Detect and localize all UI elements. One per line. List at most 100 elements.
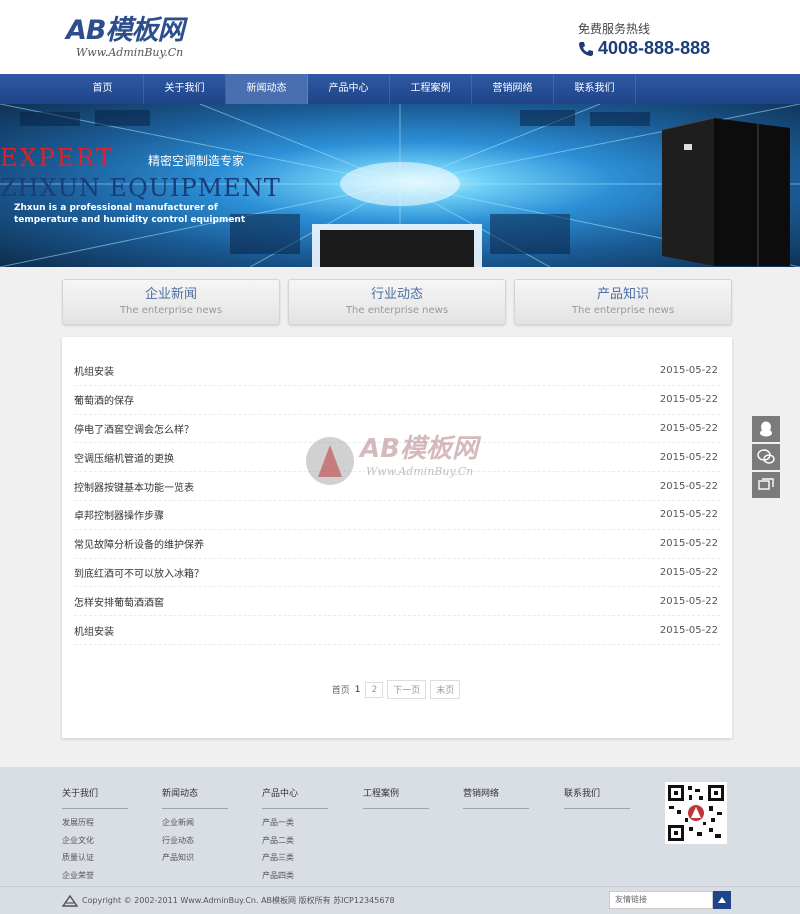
tab-news-category[interactable]: 企业新闻 The enterprise news — [62, 279, 280, 325]
footer-link[interactable]: 质量认证 — [62, 849, 128, 867]
footer-column-title[interactable]: 产品中心 — [262, 788, 328, 809]
news-date: 2015-05-22 — [659, 595, 718, 607]
tab-title: 企业新闻 — [144, 287, 197, 302]
pagination: 首页 1 2 下一页 末页 — [62, 680, 732, 699]
footer-link[interactable]: 产品三类 — [262, 849, 328, 867]
banner-headline-equipment: ZHXUN EQUIPMENT — [0, 174, 281, 202]
friend-links-go-button[interactable] — [713, 891, 731, 909]
news-list-item[interactable]: 怎样安排葡萄酒酒窖 2015-05-22 — [74, 587, 720, 617]
footer-link[interactable]: 发展历程 — [62, 814, 128, 832]
message-button[interactable] — [752, 472, 780, 498]
footer-link[interactable]: 企业荣誉 — [62, 867, 128, 885]
footer-column-title[interactable]: 联系我们 — [564, 788, 630, 809]
news-list-item[interactable]: 葡萄酒的保存 2015-05-22 — [74, 386, 720, 415]
main-nav: 首页 关于我们 新闻动态 产品中心 工程案例 营销网络 联系我们 — [0, 74, 800, 104]
news-date: 2015-05-22 — [659, 422, 718, 434]
pagination-last[interactable]: 末页 — [430, 680, 461, 699]
qr-code-image — [665, 782, 727, 844]
side-floating-tools — [752, 416, 780, 500]
news-title-link[interactable]: 葡萄酒的保存 — [74, 392, 134, 407]
news-title-link[interactable]: 机组安装 — [74, 363, 114, 378]
footer-column: 工程案例 — [363, 788, 429, 814]
news-list-item[interactable]: 常见故障分析设备的维护保养 2015-05-22 — [74, 530, 720, 559]
wechat-icon — [757, 449, 775, 464]
nav-item[interactable]: 产品中心 — [308, 74, 390, 104]
nav-item[interactable]: 新闻动态 — [226, 74, 308, 104]
news-list-item[interactable]: 到底红酒可不可以放入冰箱？ 2015-05-22 — [74, 559, 720, 588]
footer-link[interactable]: 企业文化 — [62, 832, 128, 850]
news-date: 2015-05-22 — [659, 538, 718, 550]
hotline: 免费服务热线 4008-888-888 — [578, 22, 738, 59]
nav-item[interactable]: 营销网络 — [472, 74, 554, 104]
hotline-number: 4008-888-888 — [598, 38, 711, 58]
pagination-next[interactable]: 下一页 — [387, 680, 427, 699]
footer-link[interactable]: 产品一类 — [262, 814, 328, 832]
news-date: 2015-05-22 — [659, 394, 718, 406]
news-date: 2015-05-22 — [659, 365, 718, 377]
news-list-item[interactable]: 卓邦控制器操作步骤 2015-05-22 — [74, 501, 720, 530]
tab-news-category[interactable]: 产品知识 The enterprise news — [514, 279, 732, 325]
news-title-link[interactable]: 机组安装 — [74, 623, 114, 638]
footer-bottom-bar: Copyright © 2002-2011 Www.AdminBuy.Cn. A… — [0, 886, 800, 914]
friend-links-select[interactable]: 友情链接 — [609, 891, 713, 909]
site-header: AB模板网 Www.AdminBuy.Cn 免费服务热线 4008-888-88… — [0, 0, 800, 74]
news-list-item[interactable]: 控制器按键基本功能一览表 2015-05-22 — [74, 472, 720, 501]
footer-link[interactable]: 行业动态 — [162, 832, 228, 850]
news-date: 2015-05-22 — [659, 509, 718, 521]
news-list-item[interactable]: 机组安装 2015-05-22 — [74, 616, 720, 645]
news-list-panel: 机组安装 2015-05-22 葡萄酒的保存 2015-05-22 停电了酒窖空调会怎么… — [62, 337, 732, 738]
nav-item[interactable]: 工程案例 — [390, 74, 472, 104]
footer-link[interactable]: 产品知识 — [162, 849, 228, 867]
tab-title: 产品知识 — [596, 287, 649, 302]
news-title-link[interactable]: 怎样安排葡萄酒酒窖 — [74, 594, 164, 609]
tab-subtitle: The enterprise news — [345, 305, 449, 316]
nav-item[interactable]: 关于我们 — [144, 74, 226, 104]
wechat-button[interactable] — [752, 444, 780, 470]
footer-column-title[interactable]: 营销网络 — [463, 788, 529, 809]
news-title-link[interactable]: 空调压缩机管道的更换 — [74, 450, 174, 465]
news-title-link[interactable]: 常见故障分析设备的维护保养 — [74, 536, 204, 551]
banner-headline-expert: EXPERT — [0, 144, 114, 172]
footer-link[interactable]: 企业新闻 — [162, 814, 228, 832]
footer-column: 营销网络 — [463, 788, 529, 814]
nav-item[interactable]: 联系我们 — [554, 74, 636, 104]
footer-column: 关于我们发展历程 企业文化 质量认证 企业荣誉 — [62, 788, 128, 884]
hotline-label: 免费服务热线 — [578, 22, 651, 36]
footer-column-links: 企业新闻 行业动态 产品知识 — [162, 814, 228, 867]
news-title-link[interactable]: 到底红酒可不可以放入冰箱？ — [74, 565, 204, 580]
footer-logo-icon — [62, 894, 78, 907]
pagination-page-2[interactable]: 2 — [365, 681, 384, 698]
tab-news-category[interactable]: 行业动态 The enterprise news — [288, 279, 506, 325]
footer-column-title[interactable]: 工程案例 — [363, 788, 429, 809]
nav-item[interactable]: 首页 — [62, 74, 144, 104]
banner-headline-cn: 精密空调制造专家 — [148, 154, 245, 168]
phone-icon — [579, 41, 593, 56]
site-logo[interactable]: AB模板网 Www.AdminBuy.Cn — [66, 16, 226, 66]
news-list-item[interactable]: 机组安装 2015-05-22 — [74, 357, 720, 386]
footer-column-title[interactable]: 关于我们 — [62, 788, 128, 809]
news-title-link[interactable]: 停电了酒窖空调会怎么样？ — [74, 421, 194, 436]
qq-button[interactable] — [752, 416, 780, 442]
message-icon — [758, 478, 774, 490]
tab-subtitle: The enterprise news — [571, 305, 675, 316]
news-date: 2015-05-22 — [659, 480, 718, 492]
news-date: 2015-05-22 — [659, 566, 718, 578]
logo-sub-text: Www.AdminBuy.Cn — [76, 46, 184, 59]
news-list-item[interactable]: 停电了酒窖空调会怎么样？ 2015-05-22 — [74, 415, 720, 444]
copyright-text: Copyright © 2002-2011 Www.AdminBuy.Cn. A… — [82, 896, 395, 905]
news-title-link[interactable]: 控制器按键基本功能一览表 — [74, 479, 194, 494]
footer-column-title[interactable]: 新闻动态 — [162, 788, 228, 809]
footer-column: 新闻动态企业新闻 行业动态 产品知识 — [162, 788, 228, 867]
footer-column-links: 产品一类 产品二类 产品三类 产品四类 — [262, 814, 328, 884]
footer-column: 产品中心产品一类 产品二类 产品三类 产品四类 — [262, 788, 328, 884]
banner-tagline: Zhxun is a professional manufacturer of … — [14, 203, 246, 225]
tab-subtitle: The enterprise news — [119, 305, 223, 316]
footer-column: 联系我们 — [564, 788, 630, 814]
pagination-first[interactable]: 首页 — [332, 683, 350, 696]
news-list-item[interactable]: 空调压缩机管道的更换 2015-05-22 — [74, 443, 720, 473]
news-title-link[interactable]: 卓邦控制器操作步骤 — [74, 507, 164, 522]
footer-link[interactable]: 产品四类 — [262, 867, 328, 885]
footer-link[interactable]: 产品二类 — [262, 832, 328, 850]
server-cabinet-image — [662, 117, 790, 266]
site-footer: 关于我们 发展历程 企业文化 质量认证 企业荣誉 新闻动态 企业新闻 行业动态 产品知识 产品中心… — [0, 767, 800, 914]
